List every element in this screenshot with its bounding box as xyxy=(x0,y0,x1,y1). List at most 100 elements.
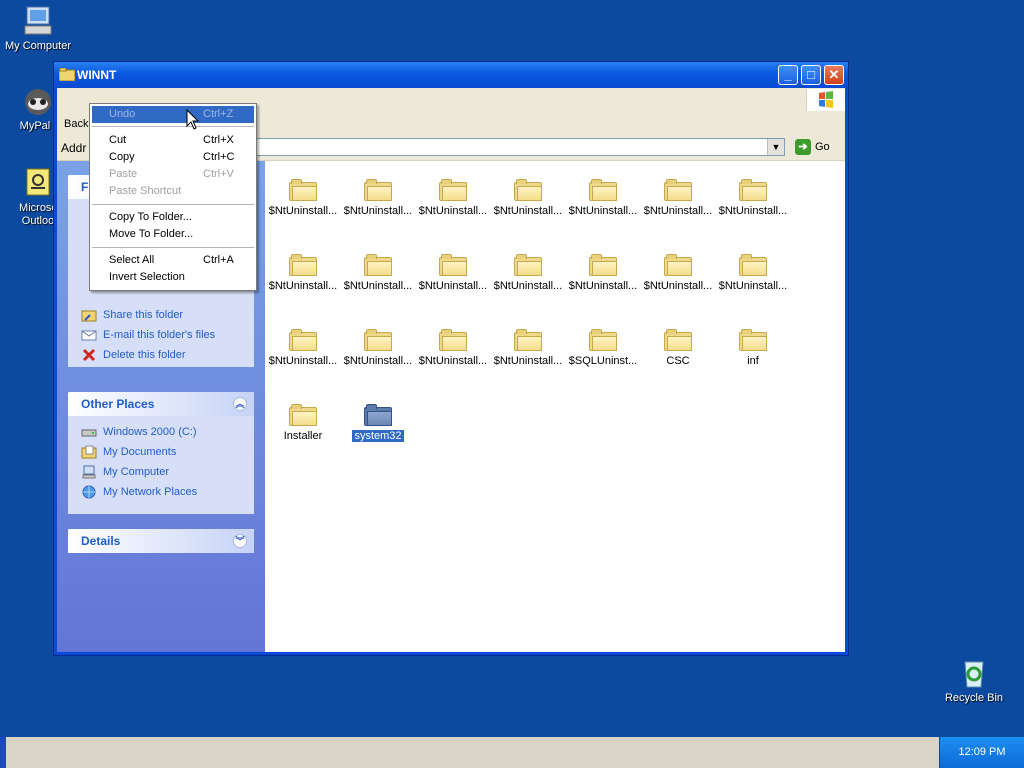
folder-icon xyxy=(739,329,767,351)
folder-label: $SQLUninst... xyxy=(568,355,638,367)
folder-item[interactable]: $NtUninstall... xyxy=(640,179,716,217)
folder-icon xyxy=(439,254,467,276)
network-icon xyxy=(81,485,97,499)
maximize-button[interactable]: □ xyxy=(801,65,821,85)
menu-item-label: Select All xyxy=(109,254,155,266)
folder-item[interactable]: $NtUninstall... xyxy=(265,254,341,292)
recycle-bin-icon xyxy=(957,656,991,690)
folder-item[interactable]: $NtUninstall... xyxy=(340,179,416,217)
folder-item[interactable]: $SQLUninst... xyxy=(565,329,641,367)
menu-item-shortcut: Ctrl+Z xyxy=(203,108,234,120)
folder-item[interactable]: $NtUninstall... xyxy=(265,179,341,217)
place-label: My Computer xyxy=(103,466,170,478)
menu-item-label: Cut xyxy=(109,134,127,146)
folder-item[interactable]: $NtUninstall... xyxy=(340,329,416,367)
expand-chevron-icon[interactable]: ︾ xyxy=(233,534,247,548)
menu-item-paste-shortcut[interactable]: Paste Shortcut xyxy=(92,183,254,200)
system-tray: 12:09 PM xyxy=(939,737,1024,768)
folder-item[interactable]: $NtUninstall... xyxy=(490,254,566,292)
folder-icon xyxy=(739,254,767,276)
folder-icon xyxy=(289,179,317,201)
other-places-panel: Other Places ︽ Windows 2000 (C:) My Docu… xyxy=(68,392,254,514)
menu-item-copy[interactable]: Copy Ctrl+C xyxy=(92,149,254,166)
desktop-icon-my-computer[interactable]: My Computer xyxy=(0,4,76,53)
folder-label: $NtUninstall... xyxy=(343,205,413,217)
folder-label: $NtUninstall... xyxy=(343,280,413,292)
folder-label: $NtUninstall... xyxy=(418,205,488,217)
folder-item[interactable]: Installer xyxy=(265,404,341,442)
menu-item-move-to-folder[interactable]: Move To Folder... xyxy=(92,226,254,243)
file-list: $NtUninstall... $NtUninstall... $NtUninsta… xyxy=(265,161,845,652)
other-places-header[interactable]: Other Places ︽ xyxy=(68,392,254,416)
folder-label: $NtUninstall... xyxy=(493,355,563,367)
menu-item-label: Move To Folder... xyxy=(109,228,194,240)
menu-item-label: Undo xyxy=(109,108,136,120)
desktop-icon-recycle-bin[interactable]: Recycle Bin xyxy=(936,656,1012,705)
close-icon: ✕ xyxy=(828,67,840,82)
minimize-button[interactable]: _ xyxy=(778,65,798,85)
menu-item-invert-selection[interactable]: Invert Selection xyxy=(92,269,254,286)
chevron-down-icon[interactable]: ▼ xyxy=(767,139,784,155)
desktop-icon-label: My Computer xyxy=(4,40,72,52)
menu-item-paste[interactable]: Paste Ctrl+V xyxy=(92,166,254,183)
folder-item[interactable]: $NtUninstall... xyxy=(715,179,791,217)
menu-item-label: Paste xyxy=(109,168,138,180)
folder-label: $NtUninstall... xyxy=(268,205,338,217)
folder-label: $NtUninstall... xyxy=(568,205,638,217)
folder-item[interactable]: $NtUninstall... xyxy=(565,179,641,217)
folder-item[interactable]: $NtUninstall... xyxy=(565,254,641,292)
folder-item[interactable]: $NtUninstall... xyxy=(640,254,716,292)
folder-item[interactable]: $NtUninstall... xyxy=(415,329,491,367)
panel-title: Details xyxy=(81,534,121,548)
folder-label: $NtUninstall... xyxy=(268,355,338,367)
go-button[interactable]: ➔ Go xyxy=(793,138,833,156)
folder-item[interactable]: inf xyxy=(715,329,791,367)
folder-icon xyxy=(439,179,467,201)
menu-item-undo[interactable]: Undo Ctrl+Z xyxy=(92,106,254,123)
folder-icon xyxy=(364,254,392,276)
place-my-documents[interactable]: My Documents xyxy=(68,442,254,462)
folder-label: $NtUninstall... xyxy=(493,280,563,292)
details-header[interactable]: Details ︾ xyxy=(68,529,254,553)
folder-item[interactable]: system32 xyxy=(340,404,416,443)
computer-icon xyxy=(21,4,55,38)
clock[interactable]: 12:09 PM xyxy=(940,746,1024,758)
folder-label: system32 xyxy=(351,429,405,443)
start-button-edge[interactable] xyxy=(0,737,6,768)
task-delete-folder[interactable]: Delete this folder xyxy=(68,345,254,365)
folder-icon xyxy=(589,254,617,276)
folder-item[interactable]: $NtUninstall... xyxy=(490,329,566,367)
title-bar[interactable]: WINNT _ □ ✕ xyxy=(54,62,848,88)
folder-item[interactable]: $NtUninstall... xyxy=(265,329,341,367)
desktop-icon-label: Recycle Bin xyxy=(944,692,1004,704)
folder-icon xyxy=(514,179,542,201)
folder-item[interactable]: $NtUninstall... xyxy=(415,254,491,292)
folder-label: Installer xyxy=(283,430,323,442)
edit-context-menu: Undo Ctrl+Z Cut Ctrl+X Copy Ctrl+C Paste… xyxy=(89,103,257,291)
task-email-files[interactable]: E-mail this folder's files xyxy=(68,325,254,345)
folder-icon xyxy=(364,329,392,351)
folder-item[interactable]: $NtUninstall... xyxy=(490,179,566,217)
folder-item[interactable]: CSC xyxy=(640,329,716,367)
menu-item-cut[interactable]: Cut Ctrl+X xyxy=(92,132,254,149)
close-button[interactable]: ✕ xyxy=(824,65,844,85)
window-title: WINNT xyxy=(77,68,117,82)
place-windows-2000-c[interactable]: Windows 2000 (C:) xyxy=(68,422,254,442)
folder-item[interactable]: $NtUninstall... xyxy=(715,254,791,292)
menu-item-shortcut: Ctrl+C xyxy=(203,151,235,163)
folder-item[interactable]: $NtUninstall... xyxy=(415,179,491,217)
place-my-computer[interactable]: My Computer xyxy=(68,462,254,482)
folder-label: $NtUninstall... xyxy=(268,280,338,292)
folder-item[interactable]: $NtUninstall... xyxy=(340,254,416,292)
address-label: Addr xyxy=(61,141,87,155)
task-share-folder[interactable]: Share this folder xyxy=(68,305,254,325)
menu-item-select-all[interactable]: Select All Ctrl+A xyxy=(92,252,254,269)
menu-item-shortcut: Ctrl+V xyxy=(203,168,234,180)
menu-item-copy-to-folder[interactable]: Copy To Folder... xyxy=(92,209,254,226)
menu-item-shortcut: Ctrl+X xyxy=(203,134,234,146)
mouse-cursor-icon xyxy=(186,108,200,134)
back-button[interactable]: Back xyxy=(64,118,88,130)
place-my-network-places[interactable]: My Network Places xyxy=(68,482,254,502)
folder-label: inf xyxy=(747,355,759,367)
collapse-chevron-icon[interactable]: ︽ xyxy=(233,397,247,411)
